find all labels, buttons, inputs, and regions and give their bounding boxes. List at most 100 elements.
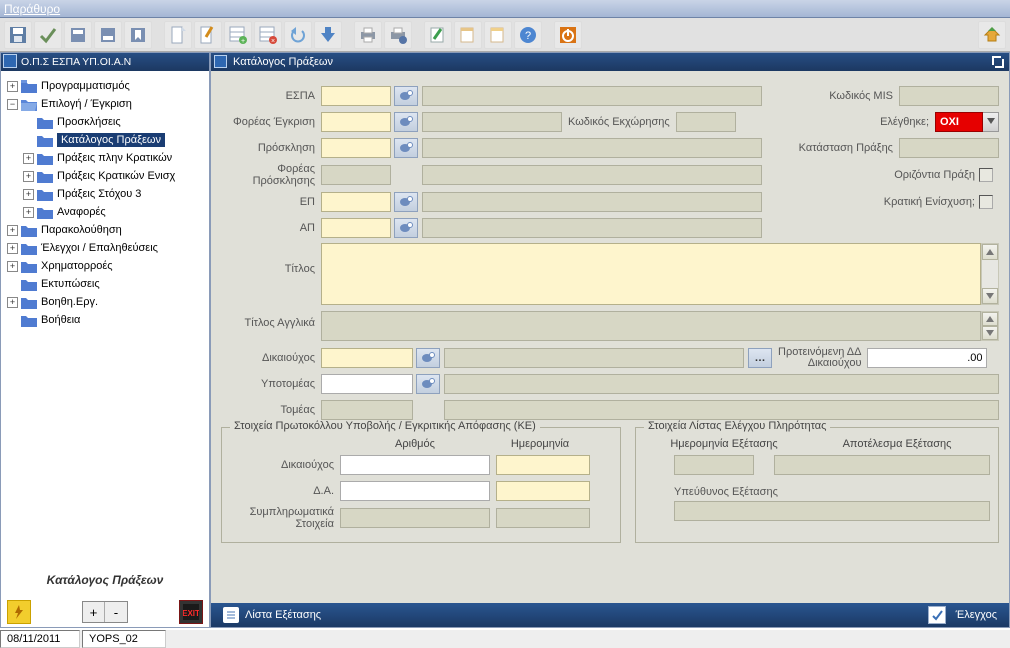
help-icon[interactable]: ? xyxy=(514,21,542,49)
expand-all-button[interactable]: + xyxy=(83,602,105,622)
nav-tree[interactable]: + Προγραμματισμός − Επιλογή / Έγκριση Πρ… xyxy=(1,71,209,567)
foreas-egkrisis-code-input[interactable] xyxy=(321,112,391,132)
ep-lov-button[interactable] xyxy=(394,192,418,212)
page1-icon[interactable] xyxy=(454,21,482,49)
katastasi-input[interactable] xyxy=(899,138,999,158)
label-mis: Κωδικός MIS xyxy=(829,90,899,102)
grp1-row2-date-input[interactable] xyxy=(496,481,590,501)
ypeythynos-input[interactable] xyxy=(674,501,990,521)
flash-icon[interactable] xyxy=(7,600,31,624)
kod-ekx-input[interactable] xyxy=(676,112,736,132)
list-icon xyxy=(223,607,239,623)
elegxthike-dropdown[interactable]: ΟΧΙ xyxy=(935,112,983,132)
menu-window[interactable]: Παράθυρο xyxy=(4,2,60,16)
proteinomeni-dd-input[interactable] xyxy=(867,348,987,368)
label-ep: ΕΠ xyxy=(221,196,321,208)
collapse-all-button[interactable]: - xyxy=(105,602,127,622)
ap-descr-input[interactable] xyxy=(422,218,762,238)
tree-node-ektyposeis[interactable]: Εκτυπώσεις xyxy=(7,275,207,293)
undo-icon[interactable] xyxy=(284,21,312,49)
maximize-icon[interactable] xyxy=(991,55,1005,69)
svg-text:×: × xyxy=(271,38,275,45)
titlos-scrollbar[interactable] xyxy=(981,243,999,305)
down-arrow-icon[interactable] xyxy=(314,21,342,49)
grp1-row3-date-input[interactable] xyxy=(496,508,590,528)
ep-code-input[interactable] xyxy=(321,192,391,212)
foreas-egkrisis-lov-button[interactable] xyxy=(394,112,418,132)
edit-doc-icon[interactable] xyxy=(194,21,222,49)
scroll-down-icon[interactable] xyxy=(982,326,998,340)
tomeas-code-input[interactable] xyxy=(321,400,413,420)
tree-node-katalogos-prakseon[interactable]: Κατάλογος Πράξεων xyxy=(23,131,207,149)
tree-node-voithi-erg[interactable]: +Βοηθη.Εργ. xyxy=(7,293,207,311)
scroll-down-icon[interactable] xyxy=(982,288,998,304)
grp1-row2-arith-input[interactable] xyxy=(340,481,490,501)
kratiki-checkbox[interactable] xyxy=(979,195,993,209)
power-icon[interactable] xyxy=(554,21,582,49)
tree-node-xrimatorroes[interactable]: +Χρηματορροές xyxy=(7,257,207,275)
ypotomeas-lov-button[interactable] xyxy=(416,374,440,394)
titlos-en-scrollbar[interactable] xyxy=(981,311,999,341)
grid-del-icon[interactable]: × xyxy=(254,21,282,49)
espa-lov-button[interactable] xyxy=(394,86,418,106)
titlos-textarea[interactable] xyxy=(321,243,981,305)
foreas-prosklisis-descr-input[interactable] xyxy=(422,165,762,185)
tree-node-prakseis-kratikon[interactable]: +Πράξεις Κρατικών Ενισχ xyxy=(23,167,207,185)
grid-new-icon[interactable]: + xyxy=(224,21,252,49)
tree-node-epilogi[interactable]: − Επιλογή / Έγκριση xyxy=(7,95,207,113)
tree-node-programmatismos[interactable]: + Προγραμματισμός xyxy=(7,77,207,95)
db2-icon[interactable] xyxy=(94,21,122,49)
dikaiouxos-more-button[interactable]: … xyxy=(748,348,772,368)
tree-node-proskliseis[interactable]: Προσκλήσεις xyxy=(23,113,207,131)
prosklisi-code-input[interactable] xyxy=(321,138,391,158)
tree-node-elegxoi[interactable]: +Έλεγχοι / Επαληθεύσεις xyxy=(7,239,207,257)
dikaiouxos-lov-button[interactable] xyxy=(416,348,440,368)
espa-code-input[interactable] xyxy=(321,86,391,106)
grp1-row3-arith-input[interactable] xyxy=(340,508,490,528)
ap-code-input[interactable] xyxy=(321,218,391,238)
new-doc-icon[interactable] xyxy=(164,21,192,49)
scroll-up-icon[interactable] xyxy=(982,312,998,326)
foreas-prosklisis-code-input[interactable] xyxy=(321,165,391,185)
grp1-row1-date-input[interactable] xyxy=(496,455,590,475)
note-edit-icon[interactable] xyxy=(424,21,452,49)
tree-node-anafores[interactable]: +Αναφορές xyxy=(23,203,207,221)
foreas-egkrisis-descr-input[interactable] xyxy=(422,112,562,132)
db1-icon[interactable] xyxy=(64,21,92,49)
db3-icon[interactable] xyxy=(124,21,152,49)
print-icon[interactable] xyxy=(354,21,382,49)
ap-lov-button[interactable] xyxy=(394,218,418,238)
titlos-en-textarea[interactable] xyxy=(321,311,981,341)
scroll-up-icon[interactable] xyxy=(982,244,998,260)
orizontia-checkbox[interactable] xyxy=(979,168,993,182)
workspace: Ο.Π.Σ ΕΣΠΑ ΥΠ.ΟΙ.Α.Ν + Προγραμματισμός −… xyxy=(0,52,1010,628)
tomeas-descr-input[interactable] xyxy=(444,400,999,420)
elegxos-button[interactable]: Έλεγχος xyxy=(922,605,1003,625)
elegxthike-dropdown-arrow[interactable] xyxy=(983,112,999,132)
grp1-row1-arith-input[interactable] xyxy=(340,455,490,475)
prosklisi-lov-button[interactable] xyxy=(394,138,418,158)
prosklisi-descr-input[interactable] xyxy=(422,138,762,158)
label-foreas-prosklisis: ΦορέαςΠρόσκλησης xyxy=(221,163,321,187)
exit-icon[interactable]: EXIT xyxy=(179,600,203,624)
tree-node-prakseis-plin[interactable]: +Πράξεις πλην Κρατικών xyxy=(23,149,207,167)
dikaiouxos-descr-input[interactable] xyxy=(444,348,744,368)
print2-icon[interactable] xyxy=(384,21,412,49)
ep-descr-input[interactable] xyxy=(422,192,762,212)
apotelesma-input[interactable] xyxy=(774,455,990,475)
ok-icon[interactable] xyxy=(34,21,62,49)
dikaiouxos-code-input[interactable] xyxy=(321,348,413,368)
ypotomeas-descr-input[interactable] xyxy=(444,374,999,394)
tree-node-voitheia[interactable]: Βοήθεια xyxy=(7,311,207,329)
tree-node-parakolouthisi[interactable]: +Παρακολούθηση xyxy=(7,221,207,239)
tree-node-prakseis-stoxou3[interactable]: +Πράξεις Στόχου 3 xyxy=(23,185,207,203)
status-bar: 08/11/2011 YOPS_02 xyxy=(0,628,1010,648)
ypotomeas-code-input[interactable] xyxy=(321,374,413,394)
im-exetasis-input[interactable] xyxy=(674,455,754,475)
mis-input[interactable] xyxy=(899,86,999,106)
save-icon[interactable] xyxy=(4,21,32,49)
home-up-icon[interactable] xyxy=(978,21,1006,49)
espa-descr-input[interactable] xyxy=(422,86,762,106)
page2-icon[interactable] xyxy=(484,21,512,49)
lista-exetasis-button[interactable]: Λίστα Εξέτασης xyxy=(217,605,327,625)
